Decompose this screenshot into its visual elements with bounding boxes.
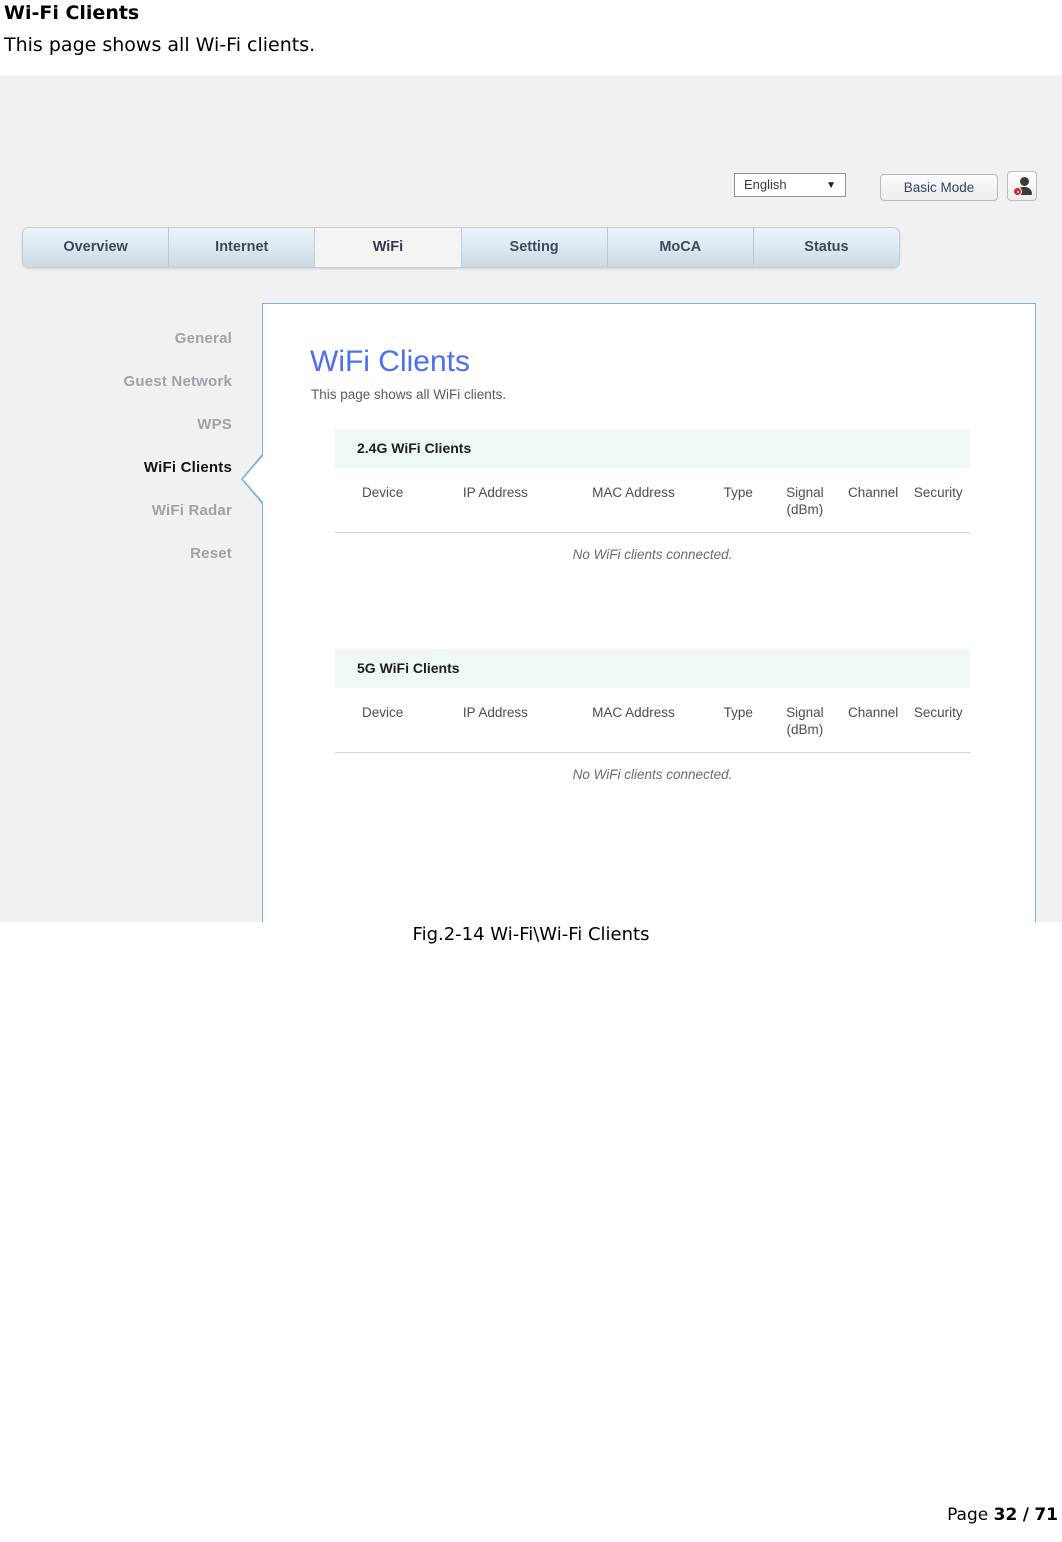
column-header-mac-address: MAC Address (560, 688, 707, 753)
column-header-signal-line2: (dBm) (786, 502, 824, 517)
sidebar: General Guest Network WPS WiFi Clients W… (40, 328, 232, 586)
embedded-screenshot: English ▼ Basic Mode Overview Internet W… (0, 75, 1062, 922)
content-title: WiFi Clients (310, 345, 471, 378)
language-select-value: English (744, 177, 787, 192)
column-header-type: Type (706, 468, 770, 533)
empty-message-24g: No WiFi clients connected. (572, 547, 733, 562)
sidebar-item-reset[interactable]: Reset (40, 543, 232, 564)
sidebar-item-wifi-radar[interactable]: WiFi Radar (40, 500, 232, 521)
status-badge-icon (1013, 187, 1022, 196)
section-24g: 2.4G WiFi Clients Device IP Address MAC … (335, 429, 970, 570)
column-header-ip-address: IP Address (430, 468, 561, 533)
column-header-device: Device (335, 468, 431, 533)
basic-mode-button[interactable]: Basic Mode (880, 174, 998, 201)
column-header-security: Security (906, 688, 970, 753)
column-header-device: Device (335, 688, 431, 753)
content-subtitle: This page shows all WiFi clients. (311, 387, 507, 402)
content-panel: WiFi Clients This page shows all WiFi cl… (262, 303, 1036, 922)
sidebar-item-guest-network[interactable]: Guest Network (40, 371, 232, 392)
user-account-button[interactable] (1007, 171, 1037, 201)
sidebar-item-wps[interactable]: WPS (40, 414, 232, 435)
section-header-5g: 5G WiFi Clients (335, 649, 970, 688)
column-header-channel: Channel (839, 468, 907, 533)
figure-caption: Fig.2-14 Wi-Fi\Wi-Fi Clients (412, 924, 650, 945)
footer-current-page: 32 (993, 1505, 1018, 1525)
table-row-empty: No WiFi clients connected. (335, 753, 970, 791)
tab-moca[interactable]: MoCA (608, 228, 754, 267)
column-header-signal-line1: Signal (786, 485, 824, 500)
page-subtitle: This page shows all Wi-Fi clients. (4, 34, 316, 56)
clients-table-24g: Device IP Address MAC Address Type Signa… (335, 468, 970, 570)
section-header-24g: 2.4G WiFi Clients (335, 429, 970, 468)
table-header-row: Device IP Address MAC Address Type Signa… (335, 688, 970, 753)
tab-wifi[interactable]: WiFi (314, 228, 462, 267)
column-header-channel: Channel (839, 688, 907, 753)
tab-setting[interactable]: Setting (462, 228, 608, 267)
page-title: Wi-Fi Clients (4, 2, 140, 24)
footer-separator: / (1022, 1505, 1029, 1525)
column-header-signal: Signal (dBm) (769, 468, 840, 533)
empty-message-5g: No WiFi clients connected. (572, 767, 733, 782)
footer-total-pages: 71 (1034, 1505, 1058, 1525)
language-select[interactable]: English ▼ (734, 173, 846, 197)
tab-overview[interactable]: Overview (23, 228, 170, 267)
column-header-type: Type (706, 688, 770, 753)
main-nav-tabbar: Overview Internet WiFi Setting MoCA Stat… (22, 227, 900, 268)
table-row-empty: No WiFi clients connected. (335, 533, 970, 571)
column-header-ip-address: IP Address (430, 688, 561, 753)
column-header-security: Security (906, 468, 970, 533)
column-header-signal-line2: (dBm) (786, 722, 824, 737)
active-item-pointer-icon (241, 453, 264, 505)
clients-table-5g: Device IP Address MAC Address Type Signa… (335, 688, 970, 790)
column-header-signal-line1: Signal (786, 705, 824, 720)
sidebar-item-wifi-clients[interactable]: WiFi Clients (40, 457, 232, 478)
column-header-signal: Signal (dBm) (769, 688, 840, 753)
footer-page-label: Page (947, 1505, 989, 1525)
table-header-row: Device IP Address MAC Address Type Signa… (335, 468, 970, 533)
tab-internet[interactable]: Internet (169, 228, 316, 267)
chevron-down-icon: ▼ (826, 180, 836, 191)
user-account-icon (1020, 177, 1029, 186)
column-header-mac-address: MAC Address (560, 468, 707, 533)
tab-status[interactable]: Status (754, 228, 899, 267)
page-footer: Page 32 / 71 (947, 1505, 1058, 1525)
sidebar-item-general[interactable]: General (40, 328, 232, 349)
section-5g: 5G WiFi Clients Device IP Address MAC Ad… (335, 649, 970, 790)
